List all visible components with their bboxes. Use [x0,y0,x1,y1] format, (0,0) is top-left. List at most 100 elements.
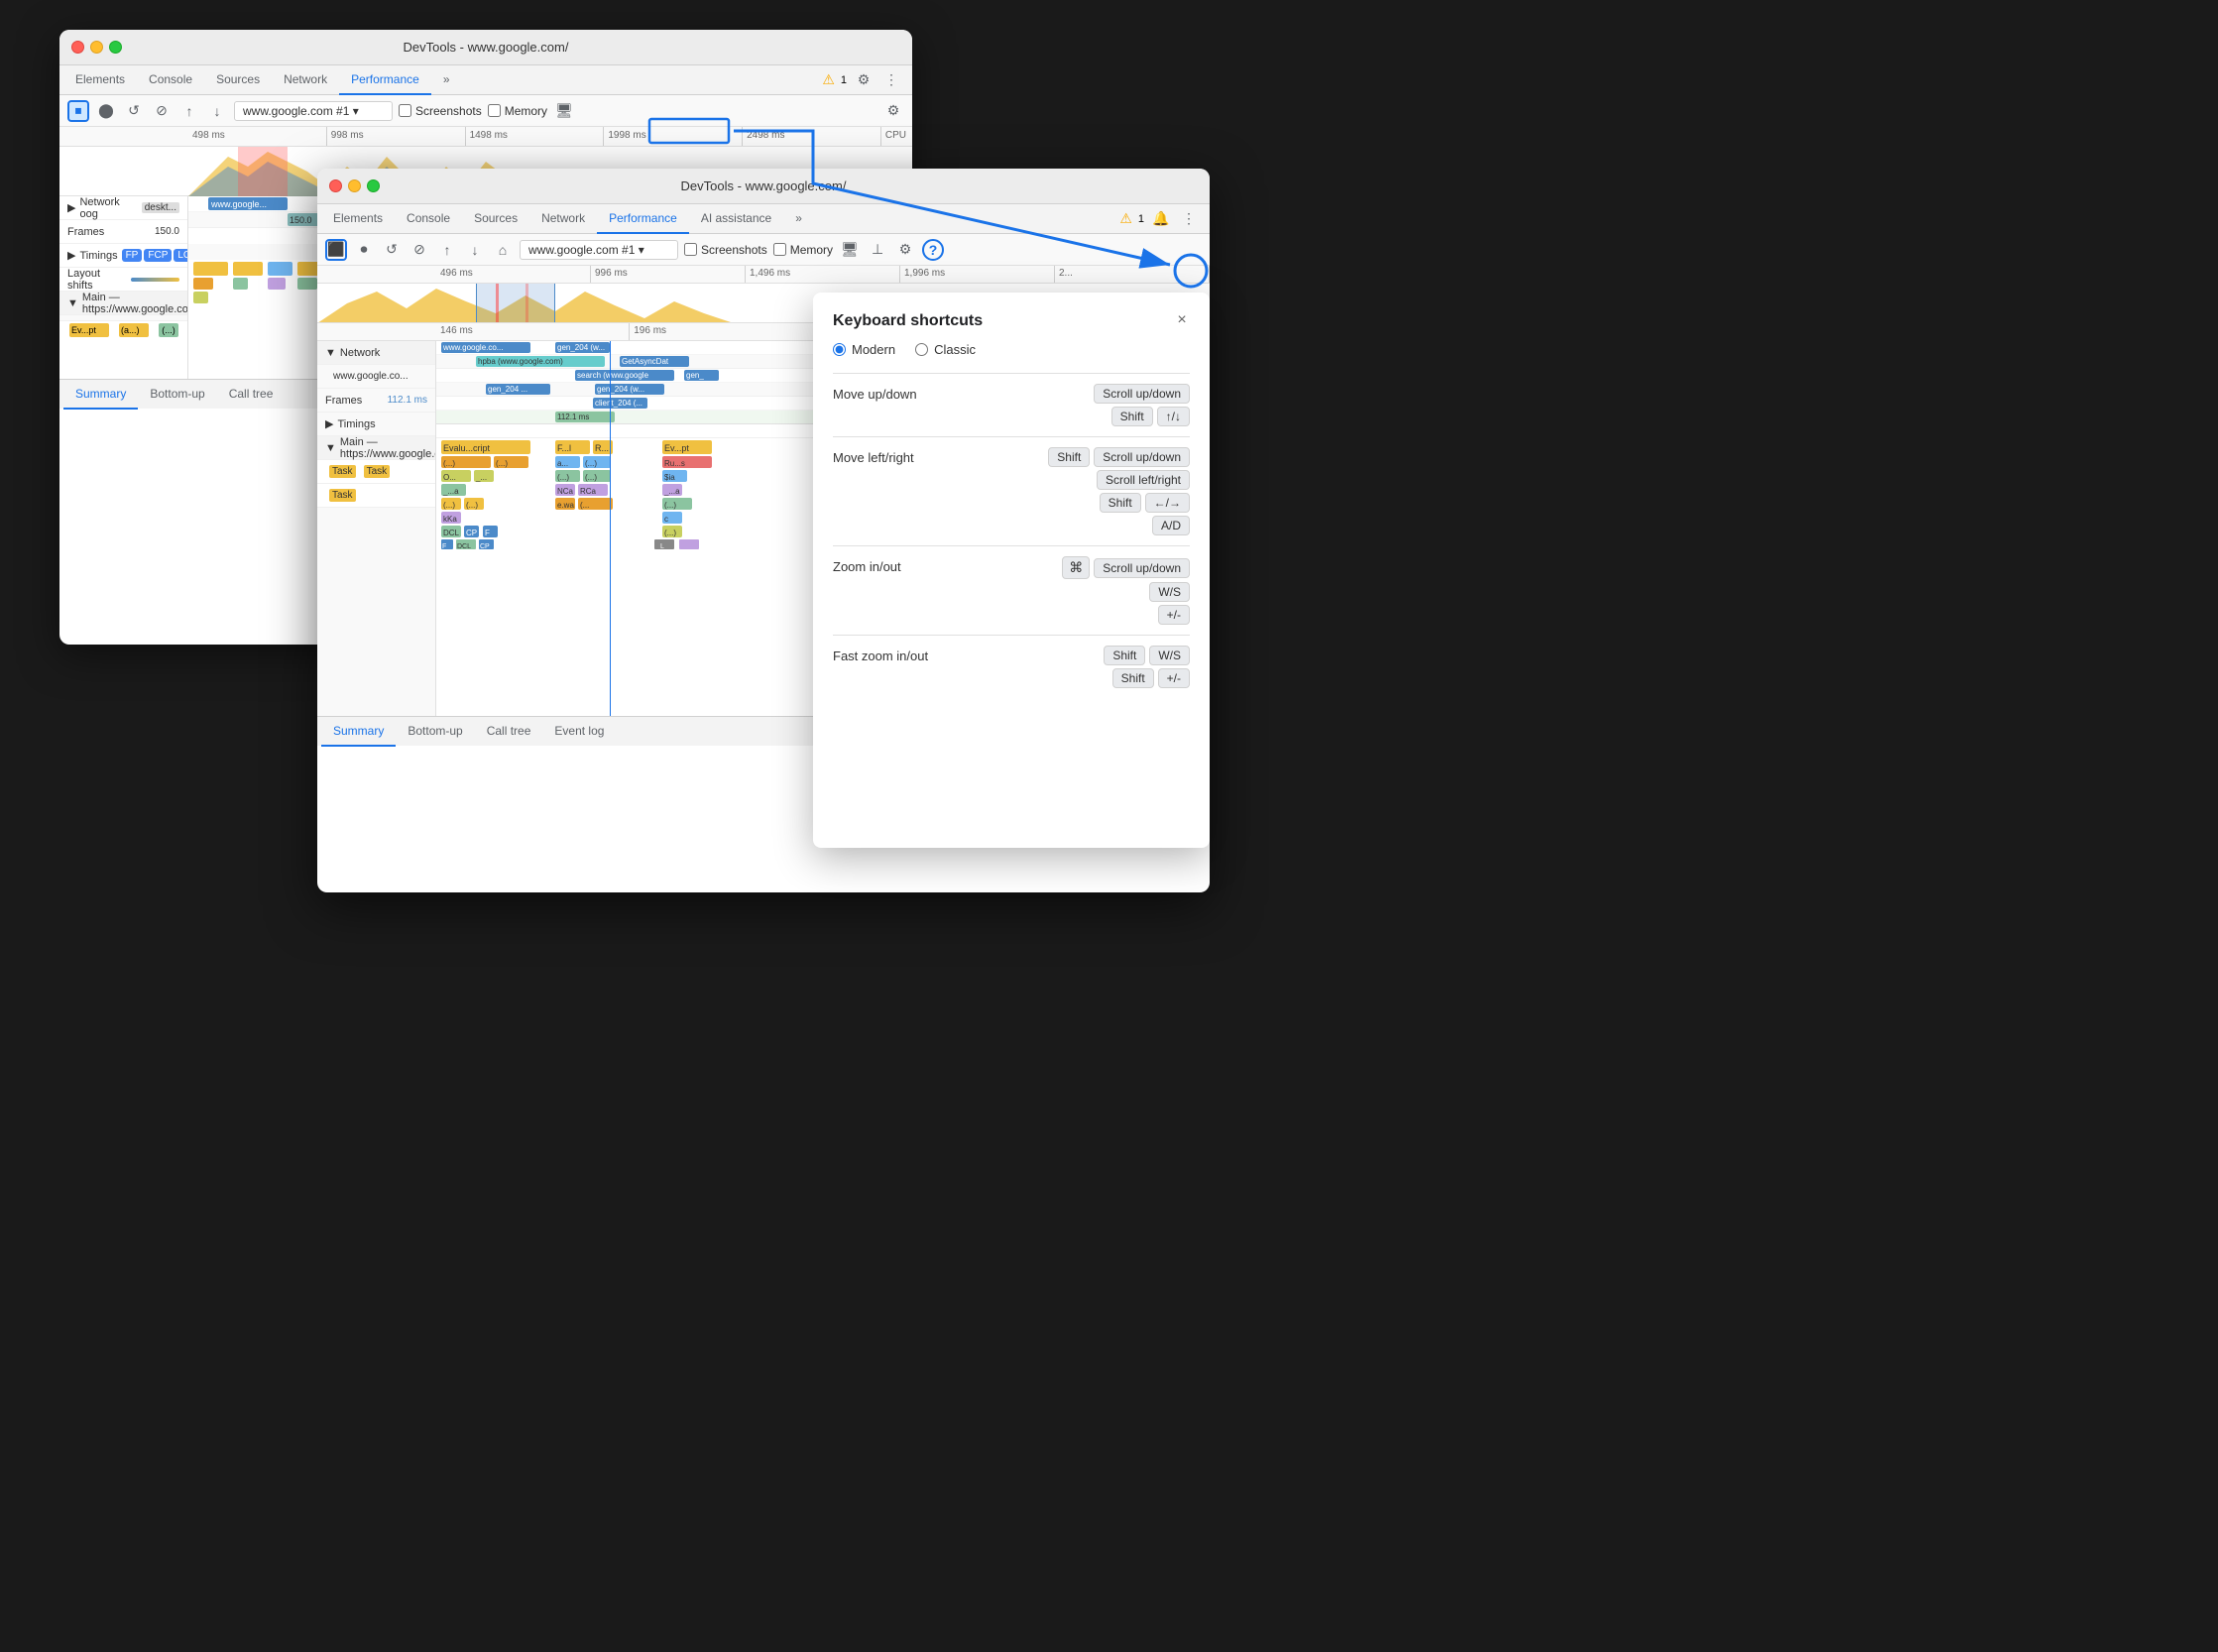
fg-tab-console[interactable]: Console [395,204,462,234]
ks-action-move-lr: Move left/right [833,447,962,465]
bg-gear-icon[interactable]: ⚙ [882,100,904,122]
bg-screenshots-check[interactable] [399,104,411,117]
bg-screenshots-checkbox[interactable]: Screenshots [399,104,482,118]
fg-memory-checkbox[interactable]: Memory [773,243,833,257]
fg-net-bar-7: gen_204 ... [486,384,550,395]
ks-radio-modern[interactable]: Modern [833,342,895,357]
ks-title: Keyboard shortcuts [833,312,1190,330]
fg-tab-more[interactable]: » [783,204,814,234]
ks-close-button[interactable]: × [1170,308,1194,332]
fg-home-icon[interactable]: ⌂ [492,239,514,261]
fg-upload-icon[interactable]: ↑ [436,239,458,261]
fg-bell-icon[interactable]: 🔔 [1150,208,1172,230]
bg-task-ev: Ev...pt [69,323,109,337]
fg-maximize-button[interactable] [367,179,380,192]
fg-tab-performance[interactable]: Performance [597,204,689,234]
bg-tab-more[interactable]: » [431,65,462,95]
ks-radio-modern-input[interactable] [833,343,846,356]
fg-tab-ai[interactable]: AI assistance [689,204,783,234]
bg-ruler-mark-2: 1498 ms [466,127,605,146]
ks-keys-zoom-row-3: +/- [1158,605,1190,625]
bg-upload-icon[interactable]: ↑ [178,100,200,122]
fg-gear-icon[interactable]: ⚙ [894,239,916,261]
ks-keys-fastzoom-inner: Shift W/S Shift +/- [1104,646,1190,688]
bg-badge-fcp: FCP [144,249,172,262]
bg-task-dots: (...) [159,323,178,337]
bg-bottom-tab-summary[interactable]: Summary [63,380,138,410]
svg-text:(...): (...) [466,501,478,510]
bg-clear-icon[interactable]: ⊘ [151,100,173,122]
fg-track-url-label: www.google.co... [333,371,409,382]
fg-bottom-tab-bottomup[interactable]: Bottom-up [396,717,474,747]
ks-key-plusminus-fz: +/- [1158,668,1190,688]
svg-text:_...: _... [475,473,487,482]
fg-reload-icon[interactable]: ↺ [381,239,403,261]
bg-memory-label: Memory [505,104,547,118]
bg-tab-elements[interactable]: Elements [63,65,137,95]
bg-more-icon[interactable]: ⋮ [880,69,902,91]
fg-tab-elements[interactable]: Elements [321,204,395,234]
fg-capture-icon[interactable]: 🖥 [839,239,861,261]
bg-close-button[interactable] [71,41,84,54]
bg-tab-network[interactable]: Network [272,65,339,95]
bg-capture-icon[interactable]: 🖥 [553,100,575,122]
ks-radio-classic[interactable]: Classic [915,342,976,357]
fg-frames-bar: 112.1 ms [555,412,615,422]
bg-task-a: (a...) [119,323,149,337]
fg-record-icon[interactable]: ⏺ [353,239,375,261]
ks-keys-lr-row-3: Shift ←/→ [1100,493,1190,513]
bg-download-icon[interactable]: ↓ [206,100,228,122]
fg-screenshots-label: Screenshots [701,243,767,257]
bg-bottom-tab-bottomup[interactable]: Bottom-up [138,380,216,410]
bg-track-timings: ▶ Timings FP FCP LC.. [59,244,187,268]
bg-tab-sources[interactable]: Sources [204,65,272,95]
svg-text:CP: CP [466,529,477,537]
bg-memory-checkbox[interactable]: Memory [488,104,547,118]
fg-tab-network[interactable]: Network [529,204,597,234]
bg-recording-bar: ⏹ ⬤ ↺ ⊘ ↑ ↓ www.google.com #1 ▾ Screensh… [59,95,912,127]
fg-clear-icon[interactable]: ⊘ [409,239,430,261]
fg-more-icon[interactable]: ⋮ [1178,208,1200,230]
bg-memory-check[interactable] [488,104,501,117]
fg-bottom-tab-calltree[interactable]: Call tree [475,717,543,747]
bg-cpu-label: CPU [881,127,912,146]
fg-help-icon[interactable]: ? [922,239,944,261]
fg-url-box[interactable]: www.google.com #1 ▾ [520,240,678,260]
fg-filter-icon[interactable]: ⊥ [867,239,888,261]
bg-maximize-button[interactable] [109,41,122,54]
bg-track-timings-label: Timings [79,250,117,262]
bg-tab-performance[interactable]: Performance [339,65,431,95]
fg-memory-check[interactable] [773,243,786,256]
bg-bottom-tab-calltree[interactable]: Call tree [217,380,286,410]
fg-inspect-icon[interactable]: ⬛ [325,239,347,261]
bg-reload-icon[interactable]: ↺ [123,100,145,122]
fg-screenshots-check[interactable] [684,243,697,256]
svg-text:$ia: $ia [664,473,675,482]
fg-bottom-tab-eventlog[interactable]: Event log [542,717,616,747]
bg-minimize-button[interactable] [90,41,103,54]
fg-download-icon[interactable]: ↓ [464,239,486,261]
svg-text:L: L [660,543,664,550]
ks-action-fastzoom: Fast zoom in/out [833,646,962,663]
keyboard-shortcuts-panel: Keyboard shortcuts × Modern Classic Move… [813,293,1210,848]
ks-key-ws: W/S [1149,582,1190,602]
fg-screenshots-checkbox[interactable]: Screenshots [684,243,767,257]
bg-url-box[interactable]: www.google.com #1 ▾ [234,101,393,121]
fg-minimize-button[interactable] [348,179,361,192]
bg-track-network: ▶ Network oog deskt... [59,196,187,220]
bg-window-title: DevTools - www.google.com/ [404,40,569,55]
bg-settings-icon[interactable]: ⚙ [853,69,875,91]
fg-tab-sources[interactable]: Sources [462,204,529,234]
fg-bottom-tab-summary[interactable]: Summary [321,717,396,747]
svg-text:O...: O... [443,473,456,482]
bg-record-icon[interactable]: ⏹ [67,100,89,122]
bg-track-layout: Layout shifts [59,268,187,292]
fg-zoom-mark-0: 146 ms [436,323,630,340]
bg-profile-icon[interactable]: ⬤ [95,100,117,122]
svg-text:Ev...pt: Ev...pt [664,443,689,453]
fg-close-button[interactable] [329,179,342,192]
bg-tab-console[interactable]: Console [137,65,204,95]
ks-radio-classic-input[interactable] [915,343,928,356]
ks-radio-group: Modern Classic [833,342,1190,357]
fg-task-1: Task Task [317,460,435,484]
